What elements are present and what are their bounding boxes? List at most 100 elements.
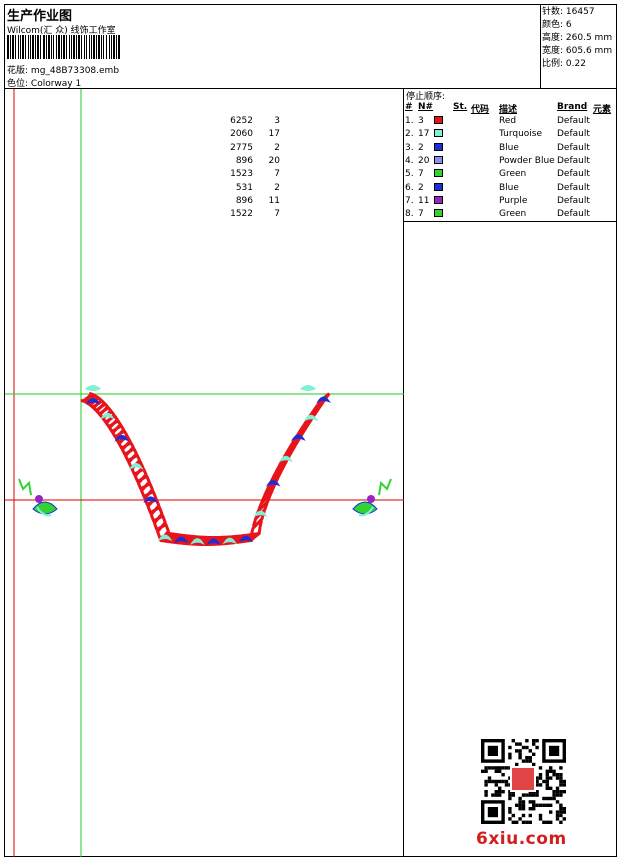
col-header-index: # [405, 102, 413, 112]
qr-module [559, 807, 563, 811]
stop-sequence-title: 停止顺序: [406, 92, 446, 102]
qr-module [521, 803, 526, 807]
row-brand: Default [557, 116, 590, 126]
qr-module [508, 745, 512, 750]
stats-divider [540, 4, 541, 88]
qr-module [484, 793, 488, 797]
stat-height: 高度: 260.5 mm [542, 33, 613, 43]
qr-module [562, 790, 566, 794]
qr-module [538, 773, 543, 777]
row-brand: Default [557, 169, 590, 180]
row-description: Green [499, 169, 527, 180]
qr-module [559, 783, 563, 787]
qr-module [545, 769, 549, 773]
qr-module [559, 793, 563, 797]
qr-module [562, 807, 566, 811]
qr-finder [487, 807, 498, 818]
qr-module [559, 773, 563, 777]
qr-module [555, 786, 560, 790]
qr-module [535, 803, 539, 807]
row-index: 6. [405, 182, 414, 193]
design-preview [5, 89, 404, 857]
row-needle: 3 [418, 116, 424, 126]
qr-module [515, 742, 519, 746]
qr-module [535, 739, 539, 743]
color-swatch [434, 182, 443, 191]
qr-module [515, 820, 519, 824]
row-index: 2. [405, 129, 414, 140]
page-title: 生产作业图 [7, 9, 73, 24]
row-index: 1. [405, 116, 414, 126]
qr-module [511, 739, 515, 743]
color-swatch [434, 116, 443, 124]
qr-module [559, 790, 563, 794]
qr-module [508, 817, 512, 821]
row-brand: Default [557, 155, 590, 166]
qr-module [521, 745, 526, 750]
neckline-lattice-red [82, 392, 330, 546]
qr-module [559, 776, 563, 780]
qr-module [552, 769, 556, 773]
qr-module [518, 817, 522, 821]
qr-code [481, 739, 566, 824]
qr-module [549, 803, 553, 807]
qr-module [535, 745, 539, 750]
qr-module [538, 766, 543, 770]
qr-module [555, 793, 560, 797]
qr-module [525, 745, 529, 750]
design-file: mg_48B73308.emb [30, 66, 120, 76]
qr-module [559, 813, 563, 818]
row-brand: Default [557, 209, 590, 220]
qr-module [532, 793, 536, 797]
qr-module [555, 776, 560, 780]
qr-module [508, 756, 512, 760]
col-header-needle: N# [418, 102, 434, 112]
row-description: Blue [499, 182, 519, 193]
qr-module [494, 769, 498, 773]
qr-module [518, 756, 522, 760]
qr-module [518, 749, 522, 753]
qr-module [542, 796, 546, 801]
qr-module [532, 752, 536, 756]
qr-module [484, 783, 488, 787]
qr-module [559, 820, 563, 824]
qr-module [518, 796, 522, 801]
qr-module [508, 810, 512, 814]
qr-module [521, 800, 526, 804]
qr-module [504, 766, 509, 770]
qr-module [555, 810, 560, 814]
color-swatch [434, 209, 443, 218]
qr-module [501, 773, 505, 777]
qr-module [559, 803, 563, 807]
qr-module [555, 773, 560, 777]
top-leaf-left [85, 385, 101, 391]
qr-module [528, 820, 532, 824]
design-label: 花版: [7, 66, 29, 76]
qr-module [508, 807, 512, 811]
barcode [7, 35, 182, 59]
qr-module [518, 803, 522, 807]
row-needle: 7 [418, 209, 424, 220]
qr-module [538, 783, 543, 787]
qr-module [562, 783, 566, 787]
qr-module [491, 793, 495, 797]
qr-module [487, 779, 492, 784]
qr-module [494, 793, 498, 797]
row-brand: Default [557, 195, 590, 206]
qr-module [515, 762, 519, 767]
qr-module [545, 796, 549, 801]
right-sleeve-motif-stem [378, 478, 392, 496]
qr-module [535, 793, 539, 797]
qr-module [532, 807, 536, 811]
qr-module [515, 803, 519, 807]
design-stats: 针数: 16457 颜色: 6 高度: 260.5 mm 宽度: 605.6 m… [542, 6, 612, 71]
qr-module [552, 793, 556, 797]
qr-module [528, 813, 532, 818]
qr-seal [512, 768, 534, 790]
row-needle: 7 [418, 169, 424, 180]
row-index: 3. [405, 142, 414, 153]
row-brand: Default [557, 142, 590, 153]
qr-module [525, 739, 529, 743]
row-description: Powder Blue [499, 155, 555, 166]
qr-module [559, 810, 563, 814]
